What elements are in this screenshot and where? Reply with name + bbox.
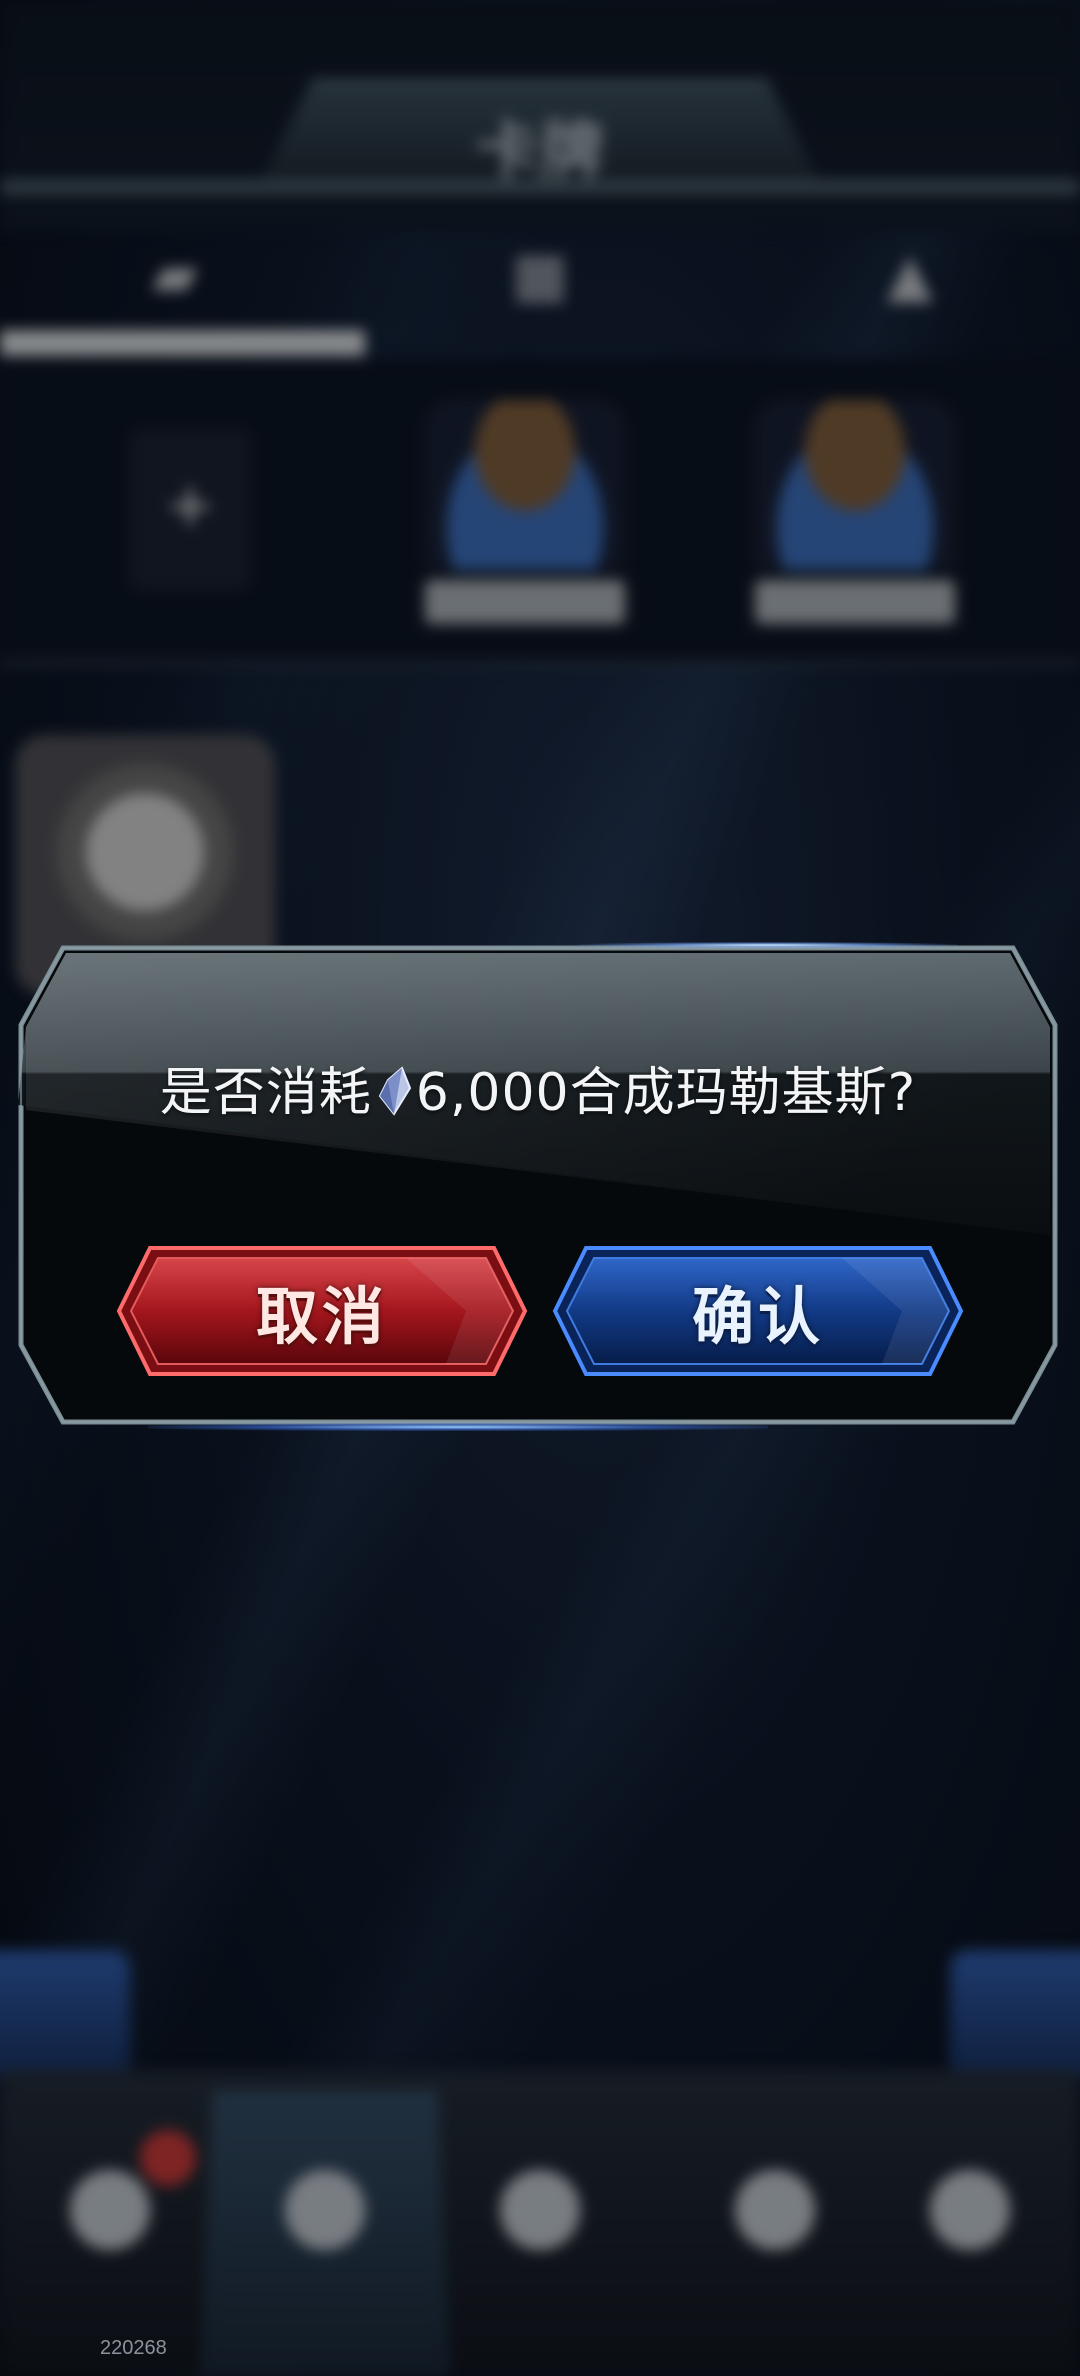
confirm-button[interactable]: 确认 — [552, 1245, 964, 1377]
dialog-top-glow — [578, 942, 958, 948]
cancel-button-label: 取消 — [255, 1280, 388, 1353]
amount-text: 6,000 — [415, 1063, 570, 1123]
build-id: 220268 — [100, 2337, 167, 2359]
confirm-dialog: 是否消耗 6,000合成玛勒基斯? 取消 确认 — [18, 942, 1058, 1431]
message-suffix: 合成玛勒基斯? — [569, 1063, 917, 1123]
confirm-button-label: 确认 — [691, 1280, 824, 1353]
crystal-gem-icon — [378, 1066, 411, 1116]
cancel-button[interactable]: 取消 — [116, 1245, 528, 1377]
game-screen: 卡牌 ▰ ▦ ▲ + 是否消耗 6,000合成玛勒基斯? 取消 确认 22026… — [0, 0, 1080, 2376]
dialog-message: 是否消耗 6,000合成玛勒基斯? — [18, 1050, 1058, 1125]
message-prefix: 是否消耗 — [159, 1063, 372, 1123]
dialog-bottom-glow — [148, 1423, 768, 1431]
